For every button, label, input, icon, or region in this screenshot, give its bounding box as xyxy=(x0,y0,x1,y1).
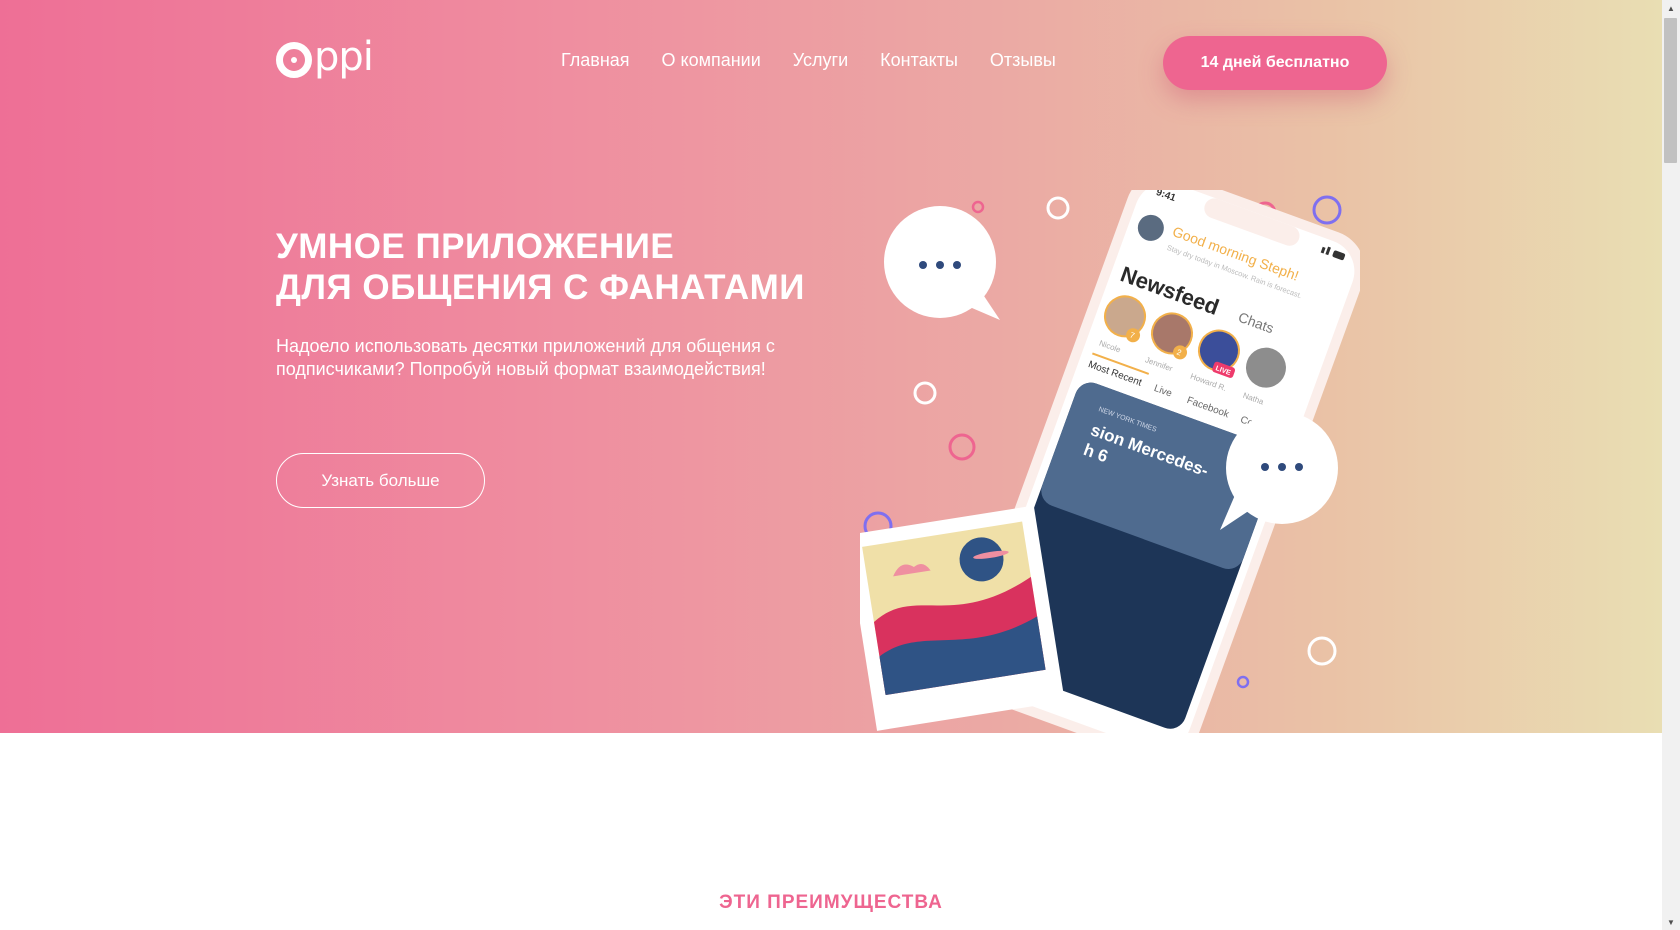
logo-icon xyxy=(276,42,312,78)
benefits-section-title: ЭТИ ПРЕИМУЩЕСТВА xyxy=(719,892,943,913)
decor-ring xyxy=(1312,195,1342,225)
nav-link-about[interactable]: О компании xyxy=(662,50,761,71)
logo[interactable]: ppi xyxy=(276,34,374,82)
scroll-down-icon[interactable]: ▼ xyxy=(1662,914,1680,930)
free-trial-button[interactable]: 14 дней бесплатно xyxy=(1163,36,1387,90)
scroll-up-icon[interactable]: ▲ xyxy=(1662,0,1680,16)
hero-title-line-2: ДЛЯ ОБЩЕНИЯ С ФАНАТАМИ xyxy=(276,268,805,307)
nav-link-services[interactable]: Услуги xyxy=(793,50,848,71)
chat-bubble-icon xyxy=(884,206,1000,320)
decor-ring xyxy=(1046,196,1070,220)
page-scrollbar[interactable]: ▲ ▼ xyxy=(1662,0,1680,930)
decor-ring xyxy=(1236,675,1250,689)
decor-ring xyxy=(913,381,937,405)
hero-section: ppi Главная О компании Услуги Контакты О… xyxy=(0,0,1662,733)
nav-link-contacts[interactable]: Контакты xyxy=(880,50,958,71)
hero-title: УМНОЕ ПРИЛОЖЕНИЕ ДЛЯ ОБЩЕНИЯ С ФАНАТАМИ xyxy=(276,226,805,308)
main-nav: Главная О компании Услуги Контакты Отзыв… xyxy=(561,50,1056,71)
photo-icon xyxy=(860,505,1065,731)
hero-subtitle: Надоело использовать десятки приложений … xyxy=(276,336,775,379)
phone-illustration: 9:41 Good morning Steph! Stay dry today … xyxy=(860,190,1360,733)
decor-ring xyxy=(971,200,985,214)
nav-link-home[interactable]: Главная xyxy=(561,50,630,71)
learn-more-button[interactable]: Узнать больше xyxy=(276,453,485,508)
page: ppi Главная О компании Услуги Контакты О… xyxy=(0,0,1662,930)
nav-link-reviews[interactable]: Отзывы xyxy=(990,50,1056,71)
hero-title-line-1: УМНОЕ ПРИЛОЖЕНИЕ xyxy=(276,227,675,266)
decor-ring xyxy=(1307,636,1337,666)
logo-text: ppi xyxy=(314,34,374,80)
decor-ring xyxy=(948,433,976,461)
scrollbar-thumb[interactable] xyxy=(1664,18,1677,163)
